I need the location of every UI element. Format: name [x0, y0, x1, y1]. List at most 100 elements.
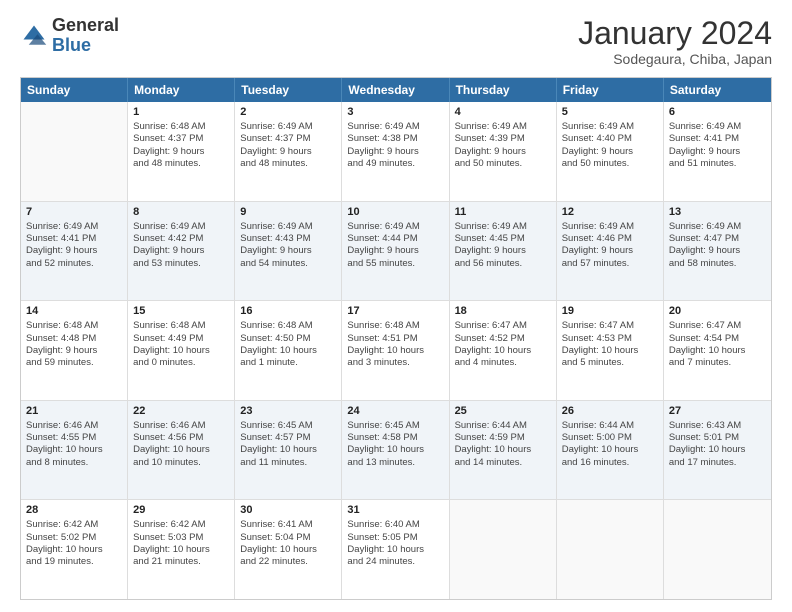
- calendar-cell: 30Sunrise: 6:41 AMSunset: 5:04 PMDayligh…: [235, 500, 342, 599]
- header: General Blue January 2024 Sodegaura, Chi…: [20, 16, 772, 67]
- day-number: 23: [240, 404, 336, 419]
- calendar: SundayMondayTuesdayWednesdayThursdayFrid…: [20, 77, 772, 600]
- day-number: 9: [240, 205, 336, 220]
- cell-text: Sunrise: 6:48 AMSunset: 4:49 PMDaylight:…: [133, 320, 229, 369]
- day-number: 24: [347, 404, 443, 419]
- calendar-cell: 2Sunrise: 6:49 AMSunset: 4:37 PMDaylight…: [235, 102, 342, 201]
- cell-text: Sunrise: 6:47 AMSunset: 4:54 PMDaylight:…: [669, 320, 766, 369]
- cell-text: Sunrise: 6:49 AMSunset: 4:40 PMDaylight:…: [562, 121, 658, 170]
- calendar-header-cell: Wednesday: [342, 78, 449, 102]
- cell-text: Sunrise: 6:49 AMSunset: 4:37 PMDaylight:…: [240, 121, 336, 170]
- calendar-header-cell: Monday: [128, 78, 235, 102]
- cell-text: Sunrise: 6:40 AMSunset: 5:05 PMDaylight:…: [347, 519, 443, 568]
- calendar-row: 28Sunrise: 6:42 AMSunset: 5:02 PMDayligh…: [21, 499, 771, 599]
- cell-text: Sunrise: 6:49 AMSunset: 4:38 PMDaylight:…: [347, 121, 443, 170]
- day-number: 20: [669, 304, 766, 319]
- calendar-row: 21Sunrise: 6:46 AMSunset: 4:55 PMDayligh…: [21, 400, 771, 500]
- calendar-header-cell: Tuesday: [235, 78, 342, 102]
- calendar-cell: 26Sunrise: 6:44 AMSunset: 5:00 PMDayligh…: [557, 401, 664, 500]
- cell-text: Sunrise: 6:49 AMSunset: 4:42 PMDaylight:…: [133, 221, 229, 270]
- cell-text: Sunrise: 6:47 AMSunset: 4:53 PMDaylight:…: [562, 320, 658, 369]
- cell-text: Sunrise: 6:48 AMSunset: 4:37 PMDaylight:…: [133, 121, 229, 170]
- calendar-row: 7Sunrise: 6:49 AMSunset: 4:41 PMDaylight…: [21, 201, 771, 301]
- cell-text: Sunrise: 6:44 AMSunset: 4:59 PMDaylight:…: [455, 420, 551, 469]
- cell-text: Sunrise: 6:49 AMSunset: 4:41 PMDaylight:…: [669, 121, 766, 170]
- cell-text: Sunrise: 6:49 AMSunset: 4:41 PMDaylight:…: [26, 221, 122, 270]
- day-number: 31: [347, 503, 443, 518]
- cell-text: Sunrise: 6:49 AMSunset: 4:43 PMDaylight:…: [240, 221, 336, 270]
- calendar-header-row: SundayMondayTuesdayWednesdayThursdayFrid…: [21, 78, 771, 102]
- day-number: 30: [240, 503, 336, 518]
- calendar-header-cell: Thursday: [450, 78, 557, 102]
- calendar-cell: 4Sunrise: 6:49 AMSunset: 4:39 PMDaylight…: [450, 102, 557, 201]
- calendar-cell: [21, 102, 128, 201]
- day-number: 3: [347, 105, 443, 120]
- day-number: 5: [562, 105, 658, 120]
- day-number: 19: [562, 304, 658, 319]
- cell-text: Sunrise: 6:43 AMSunset: 5:01 PMDaylight:…: [669, 420, 766, 469]
- day-number: 21: [26, 404, 122, 419]
- day-number: 29: [133, 503, 229, 518]
- calendar-header-cell: Saturday: [664, 78, 771, 102]
- calendar-cell: 27Sunrise: 6:43 AMSunset: 5:01 PMDayligh…: [664, 401, 771, 500]
- calendar-cell: 11Sunrise: 6:49 AMSunset: 4:45 PMDayligh…: [450, 202, 557, 301]
- cell-text: Sunrise: 6:46 AMSunset: 4:55 PMDaylight:…: [26, 420, 122, 469]
- calendar-cell: 18Sunrise: 6:47 AMSunset: 4:52 PMDayligh…: [450, 301, 557, 400]
- main-title: January 2024: [578, 16, 772, 51]
- calendar-cell: 29Sunrise: 6:42 AMSunset: 5:03 PMDayligh…: [128, 500, 235, 599]
- calendar-cell: 3Sunrise: 6:49 AMSunset: 4:38 PMDaylight…: [342, 102, 449, 201]
- calendar-cell: 6Sunrise: 6:49 AMSunset: 4:41 PMDaylight…: [664, 102, 771, 201]
- day-number: 27: [669, 404, 766, 419]
- calendar-cell: 13Sunrise: 6:49 AMSunset: 4:47 PMDayligh…: [664, 202, 771, 301]
- day-number: 28: [26, 503, 122, 518]
- calendar-cell: [557, 500, 664, 599]
- cell-text: Sunrise: 6:41 AMSunset: 5:04 PMDaylight:…: [240, 519, 336, 568]
- calendar-cell: 19Sunrise: 6:47 AMSunset: 4:53 PMDayligh…: [557, 301, 664, 400]
- logo-icon: [20, 22, 48, 50]
- cell-text: Sunrise: 6:48 AMSunset: 4:48 PMDaylight:…: [26, 320, 122, 369]
- cell-text: Sunrise: 6:42 AMSunset: 5:02 PMDaylight:…: [26, 519, 122, 568]
- calendar-cell: 22Sunrise: 6:46 AMSunset: 4:56 PMDayligh…: [128, 401, 235, 500]
- calendar-cell: 7Sunrise: 6:49 AMSunset: 4:41 PMDaylight…: [21, 202, 128, 301]
- calendar-cell: 25Sunrise: 6:44 AMSunset: 4:59 PMDayligh…: [450, 401, 557, 500]
- calendar-cell: 28Sunrise: 6:42 AMSunset: 5:02 PMDayligh…: [21, 500, 128, 599]
- calendar-cell: 9Sunrise: 6:49 AMSunset: 4:43 PMDaylight…: [235, 202, 342, 301]
- calendar-cell: 21Sunrise: 6:46 AMSunset: 4:55 PMDayligh…: [21, 401, 128, 500]
- cell-text: Sunrise: 6:48 AMSunset: 4:51 PMDaylight:…: [347, 320, 443, 369]
- calendar-body: 1Sunrise: 6:48 AMSunset: 4:37 PMDaylight…: [21, 102, 771, 599]
- calendar-header-cell: Sunday: [21, 78, 128, 102]
- calendar-cell: 14Sunrise: 6:48 AMSunset: 4:48 PMDayligh…: [21, 301, 128, 400]
- calendar-cell: 24Sunrise: 6:45 AMSunset: 4:58 PMDayligh…: [342, 401, 449, 500]
- calendar-cell: 16Sunrise: 6:48 AMSunset: 4:50 PMDayligh…: [235, 301, 342, 400]
- cell-text: Sunrise: 6:49 AMSunset: 4:46 PMDaylight:…: [562, 221, 658, 270]
- calendar-cell: [450, 500, 557, 599]
- day-number: 8: [133, 205, 229, 220]
- calendar-cell: 1Sunrise: 6:48 AMSunset: 4:37 PMDaylight…: [128, 102, 235, 201]
- day-number: 17: [347, 304, 443, 319]
- day-number: 4: [455, 105, 551, 120]
- calendar-cell: 8Sunrise: 6:49 AMSunset: 4:42 PMDaylight…: [128, 202, 235, 301]
- calendar-cell: 10Sunrise: 6:49 AMSunset: 4:44 PMDayligh…: [342, 202, 449, 301]
- day-number: 15: [133, 304, 229, 319]
- day-number: 1: [133, 105, 229, 120]
- calendar-header-cell: Friday: [557, 78, 664, 102]
- cell-text: Sunrise: 6:48 AMSunset: 4:50 PMDaylight:…: [240, 320, 336, 369]
- calendar-cell: 31Sunrise: 6:40 AMSunset: 5:05 PMDayligh…: [342, 500, 449, 599]
- calendar-cell: 17Sunrise: 6:48 AMSunset: 4:51 PMDayligh…: [342, 301, 449, 400]
- day-number: 11: [455, 205, 551, 220]
- day-number: 16: [240, 304, 336, 319]
- cell-text: Sunrise: 6:49 AMSunset: 4:39 PMDaylight:…: [455, 121, 551, 170]
- cell-text: Sunrise: 6:45 AMSunset: 4:57 PMDaylight:…: [240, 420, 336, 469]
- day-number: 13: [669, 205, 766, 220]
- calendar-row: 14Sunrise: 6:48 AMSunset: 4:48 PMDayligh…: [21, 300, 771, 400]
- day-number: 18: [455, 304, 551, 319]
- cell-text: Sunrise: 6:49 AMSunset: 4:44 PMDaylight:…: [347, 221, 443, 270]
- day-number: 25: [455, 404, 551, 419]
- calendar-cell: 23Sunrise: 6:45 AMSunset: 4:57 PMDayligh…: [235, 401, 342, 500]
- cell-text: Sunrise: 6:42 AMSunset: 5:03 PMDaylight:…: [133, 519, 229, 568]
- cell-text: Sunrise: 6:44 AMSunset: 5:00 PMDaylight:…: [562, 420, 658, 469]
- cell-text: Sunrise: 6:47 AMSunset: 4:52 PMDaylight:…: [455, 320, 551, 369]
- calendar-row: 1Sunrise: 6:48 AMSunset: 4:37 PMDaylight…: [21, 102, 771, 201]
- page: General Blue January 2024 Sodegaura, Chi…: [0, 0, 792, 612]
- day-number: 10: [347, 205, 443, 220]
